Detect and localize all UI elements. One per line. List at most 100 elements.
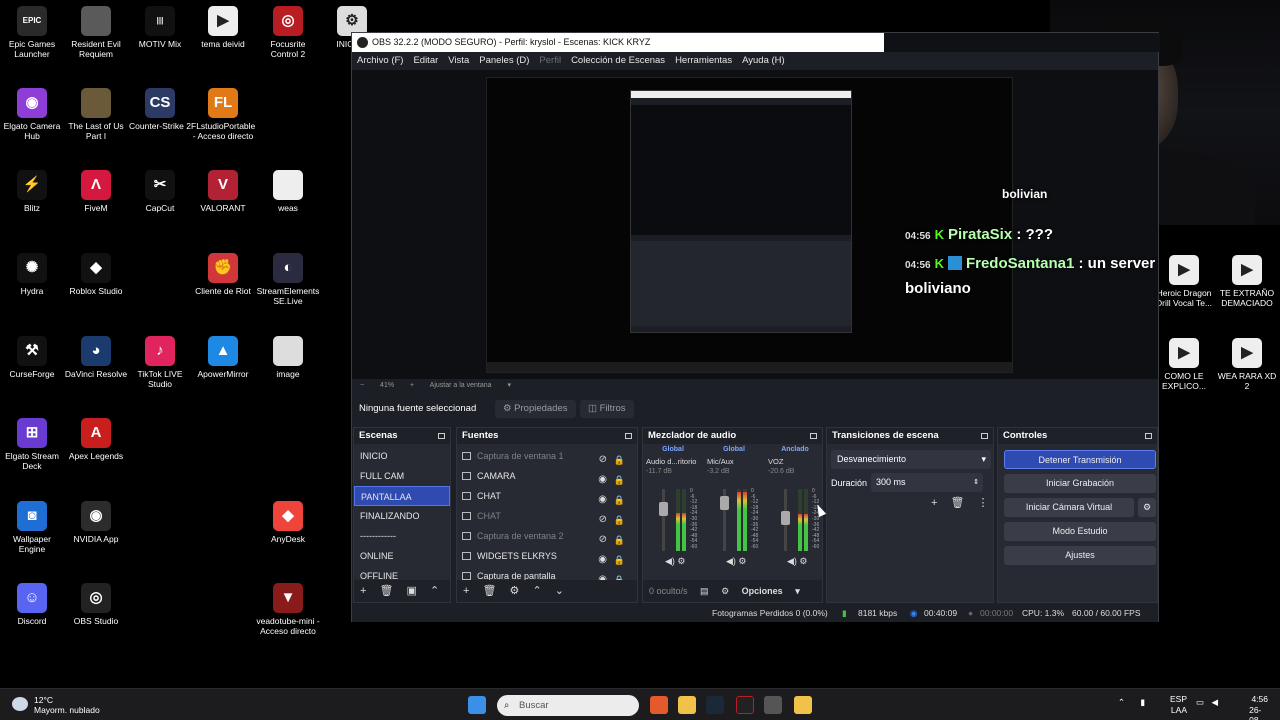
clock-date[interactable]: 26-08-2026 xyxy=(1249,705,1268,720)
file-explorer-icon[interactable] xyxy=(678,696,696,714)
move-down-icon[interactable]: ⌄ xyxy=(555,585,564,597)
clock-time[interactable]: 4:56 xyxy=(1251,694,1268,704)
volume-fader[interactable] xyxy=(781,489,790,551)
volume-fader[interactable] xyxy=(720,489,729,551)
start-virtual-camera-button[interactable]: Iniciar Cámara Virtual xyxy=(1004,498,1134,517)
source-item[interactable]: CHAT ⊘ 🔒 xyxy=(457,506,637,526)
desktop-shortcut[interactable]: ◕ DaVinci Resolve xyxy=(64,336,128,379)
desktop-shortcut[interactable]: ▶ WEA RARA XD 2 xyxy=(1215,338,1279,391)
channel-name[interactable]: VOZ xyxy=(765,455,825,468)
undock-icon[interactable] xyxy=(981,433,988,439)
fader-knob[interactable] xyxy=(720,496,729,511)
desktop-shortcut[interactable]: ◎ OBS Studio xyxy=(64,583,128,626)
scene-filters-icon[interactable]: ▣ xyxy=(407,585,417,597)
desktop-shortcut[interactable]: Resident Evil Requiem xyxy=(64,6,128,59)
weather-widget[interactable]: 12°C Mayorm. nublado xyxy=(12,695,100,715)
duration-input[interactable]: 300 ms ⇕ xyxy=(871,473,983,492)
studio-mode-button[interactable]: Modo Estudio xyxy=(1004,522,1156,541)
menu-item[interactable]: Vista xyxy=(448,52,469,70)
desktop-shortcut[interactable]: CS Counter-Strike 2 xyxy=(128,88,192,131)
notepad-taskbar-icon[interactable] xyxy=(794,696,812,714)
desktop-shortcut[interactable]: ◉ Elgato Camera Hub xyxy=(0,88,64,141)
desktop-shortcut[interactable]: A Apex Legends xyxy=(64,418,128,461)
zoom-in-button[interactable]: + xyxy=(410,382,414,389)
desktop-shortcut[interactable]: ◆ Roblox Studio xyxy=(64,253,128,296)
scene-item[interactable]: ------------ xyxy=(354,526,450,546)
desktop-shortcut[interactable]: EPIC Epic Games Launcher xyxy=(0,6,64,59)
stepper-icon[interactable]: ⇕ xyxy=(973,473,979,492)
volume-icon[interactable]: ◀ xyxy=(1211,697,1218,708)
mixer-settings-icon[interactable]: ⚙ xyxy=(721,586,729,596)
steam-icon[interactable] xyxy=(706,696,724,714)
obs-window[interactable]: OBS 32.2.2 (MODO SEGURO) - Perfil: krysl… xyxy=(351,32,1160,622)
chevron-down-icon[interactable]: ▾ xyxy=(508,382,512,389)
move-up-icon[interactable]: ⌃ xyxy=(430,585,439,597)
menu-item[interactable]: Editar xyxy=(413,52,438,70)
add-scene-icon[interactable]: + xyxy=(360,585,366,597)
desktop-shortcut[interactable]: V VALORANT xyxy=(191,170,255,213)
mixer-options-button[interactable]: Opciones ▾ xyxy=(742,586,800,596)
channel-name[interactable]: Audio d...ritorio xyxy=(643,455,703,468)
scene-item[interactable]: FULL CAM xyxy=(354,466,450,486)
source-item[interactable]: CAMARA ◉ 🔒 xyxy=(457,466,637,486)
source-settings-icon[interactable]: ⚙ xyxy=(510,585,520,597)
stop-stream-button[interactable]: Detener Transmisión xyxy=(1004,450,1156,469)
tray-app-icon[interactable]: ▮ xyxy=(1140,697,1145,708)
remove-transition-icon[interactable]: 🗑 xyxy=(951,497,965,509)
scene-item[interactable]: ONLINE xyxy=(354,546,450,566)
undock-icon[interactable] xyxy=(625,433,632,439)
zoom-fit-dropdown[interactable]: Ajustar a la ventana xyxy=(430,382,492,389)
desktop-shortcut[interactable]: ||| MOTIV Mix xyxy=(128,6,192,49)
properties-button[interactable]: ⚙ Propiedades xyxy=(495,400,576,418)
network-icon[interactable]: ▭ xyxy=(1196,697,1204,708)
desktop-shortcut[interactable]: The Last of Us Part I xyxy=(64,88,128,141)
undock-icon[interactable] xyxy=(810,433,817,439)
desktop-shortcut[interactable]: ⚒ CurseForge xyxy=(0,336,64,379)
desktop-shortcut[interactable]: ⊞ Elgato Stream Deck xyxy=(0,418,64,471)
mute-speaker-icon[interactable]: ◀) ⚙ xyxy=(665,556,686,567)
zoom-out-button[interactable]: − xyxy=(360,382,364,389)
menu-item[interactable]: Paneles (D) xyxy=(479,52,529,70)
volume-fader[interactable] xyxy=(659,489,668,551)
undock-icon[interactable] xyxy=(1145,433,1152,439)
desktop-shortcut[interactable]: ◆ AnyDesk xyxy=(256,501,320,544)
add-transition-icon[interactable]: + xyxy=(931,497,937,509)
desktop-shortcut[interactable]: ▼ veadotube-mini - Acceso directo xyxy=(256,583,320,636)
desktop-shortcut[interactable]: Λ FiveM xyxy=(64,170,128,213)
preview-area[interactable] xyxy=(352,70,1158,379)
menu-item[interactable]: Archivo (F) xyxy=(357,52,403,70)
menu-item[interactable]: Ayuda (H) xyxy=(742,52,785,70)
source-item[interactable]: Captura de ventana 2 ⊘ 🔒 xyxy=(457,526,637,546)
scene-item[interactable]: INICIO xyxy=(354,446,450,466)
start-button-icon[interactable] xyxy=(468,696,486,714)
menu-item[interactable]: Colección de Escenas xyxy=(571,52,665,70)
desktop-shortcut[interactable]: image xyxy=(256,336,320,379)
add-source-icon[interactable]: + xyxy=(463,585,469,597)
desktop-shortcut[interactable]: ⚡ Blitz xyxy=(0,170,64,213)
desktop-shortcut[interactable]: ◐ StreamElements SE.Live xyxy=(256,253,320,306)
desktop-shortcut[interactable]: ▶ COMO LE EXPLICO... xyxy=(1152,338,1216,391)
region-code[interactable]: LAA xyxy=(1171,705,1187,715)
taskbar-search[interactable]: ⌕ Buscar xyxy=(497,695,639,716)
desktop-shortcut[interactable]: ✊ Cliente de Riot xyxy=(191,253,255,296)
desktop-shortcut[interactable]: ♪ TikTok LIVE Studio xyxy=(128,336,192,389)
desktop-shortcut[interactable]: FL FLstudioPortable - Acceso directo xyxy=(191,88,255,141)
fader-knob[interactable] xyxy=(781,510,790,525)
settings-taskbar-icon[interactable] xyxy=(764,696,782,714)
desktop-shortcut[interactable]: ✺ Hydra xyxy=(0,253,64,296)
move-up-icon[interactable]: ⌃ xyxy=(532,585,541,597)
source-item[interactable]: WIDGETS ELKRYS ◉ 🔒 xyxy=(457,546,637,566)
scene-item[interactable]: PANTALLAA xyxy=(354,486,450,506)
source-item[interactable]: CHAT ◉ 🔒 xyxy=(457,486,637,506)
obs-title-bar[interactable]: OBS 32.2.2 (MODO SEGURO) - Perfil: krysl… xyxy=(352,33,1160,52)
mute-speaker-icon[interactable]: ◀) ⚙ xyxy=(787,556,808,567)
desktop-shortcut[interactable]: ▶ tema deivid xyxy=(191,6,255,49)
language-code[interactable]: ESP xyxy=(1170,694,1187,704)
menu-item[interactable]: Herramientas xyxy=(675,52,732,70)
undock-icon[interactable] xyxy=(438,433,445,439)
desktop-shortcut[interactable]: ◉ NVIDIA App xyxy=(64,501,128,544)
start-recording-button[interactable]: Iniciar Grabación xyxy=(1004,474,1156,493)
brave-browser-icon[interactable] xyxy=(650,696,668,714)
remove-source-icon[interactable]: 🗑 xyxy=(483,585,497,597)
desktop-shortcut[interactable]: ◙ Wallpaper Engine xyxy=(0,501,64,554)
